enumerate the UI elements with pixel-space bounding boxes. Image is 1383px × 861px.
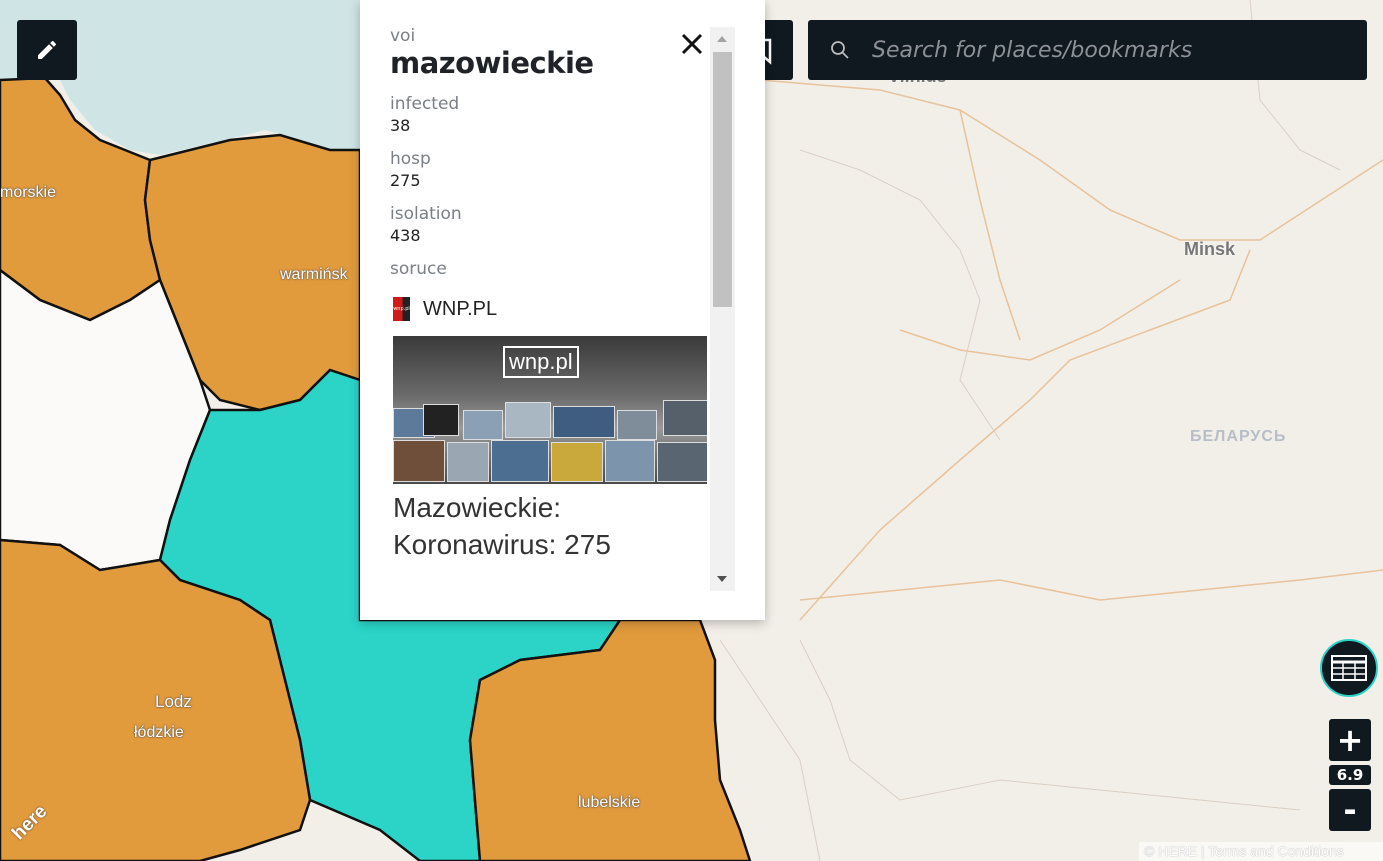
field-label-source: soruce — [390, 259, 447, 279]
thumbnail-tile — [605, 440, 655, 482]
thumbnail-tile — [553, 406, 615, 438]
popup-content[interactable]: voi mazowieckie infected 38 hosp 275 iso… — [390, 26, 710, 596]
thumbnail-logo: wnp.pl — [503, 346, 579, 378]
map-label-minsk: Minsk — [1184, 239, 1236, 259]
source-link[interactable]: wnp.pl WNP.PL — [393, 297, 710, 321]
scrollbar-thumb[interactable] — [713, 52, 732, 307]
field-label-voi: voi — [390, 26, 416, 46]
thumbnail-tile — [491, 440, 549, 482]
field-value-hosp: 275 — [390, 171, 421, 190]
article-thumbnail[interactable]: wnp.pl — [393, 336, 707, 484]
table-icon — [1331, 655, 1367, 681]
map-attribution: © HERE | Terms and Conditions — [1139, 842, 1383, 861]
edit-button[interactable] — [17, 20, 77, 80]
search-bar[interactable] — [808, 20, 1367, 80]
field-label-isolation: isolation — [390, 204, 462, 224]
thumbnail-tile — [423, 404, 459, 436]
thumbnail-tile — [617, 410, 657, 440]
thumbnail-tile — [447, 442, 489, 482]
region-info-popup: voi mazowieckie infected 38 hosp 275 iso… — [360, 0, 765, 620]
region-name: mazowieckie — [390, 46, 594, 80]
search-icon — [831, 41, 849, 59]
zoom-level: 6.9 — [1329, 765, 1371, 785]
pencil-icon — [38, 40, 57, 59]
thumbnail-tile — [663, 400, 707, 436]
scroll-down-arrow-icon[interactable] — [717, 576, 727, 582]
map-label-lubelskie: lubelskie — [578, 794, 641, 811]
map-label-warminsko: warmińsk — [280, 266, 348, 283]
source-name: WNP.PL — [423, 297, 498, 320]
article-title[interactable]: Mazowieckie: Koronawirus: 275 — [393, 489, 710, 563]
search-input[interactable] — [870, 36, 1354, 64]
zoom-out-button[interactable]: - — [1329, 789, 1371, 831]
popup-scrollbar[interactable] — [710, 27, 735, 591]
field-label-infected: infected — [390, 94, 460, 114]
thumbnail-tile — [505, 402, 551, 438]
thumbnail-tile — [657, 442, 707, 482]
terms-link[interactable]: Terms and Conditions — [1208, 843, 1343, 859]
zoom-in-button[interactable]: + — [1329, 719, 1371, 761]
map-label-belarus: БЕЛАРУСЬ — [1190, 428, 1287, 445]
map-label-lodz: Lodz — [155, 692, 192, 711]
map-label-lodzkie: łódzkie — [134, 724, 184, 741]
field-value-infected: 38 — [390, 116, 411, 135]
thumbnail-tile — [393, 440, 445, 482]
copyright-text: © HERE — [1144, 843, 1198, 859]
table-view-button[interactable] — [1320, 639, 1378, 697]
thumbnail-tile — [463, 410, 503, 440]
close-icon[interactable] — [678, 30, 706, 58]
field-value-isolation: 438 — [390, 226, 421, 245]
scroll-up-arrow-icon[interactable] — [717, 36, 727, 42]
thumbnail-tile — [551, 442, 603, 482]
source-favicon: wnp.pl — [393, 297, 410, 321]
map-label-pomorskie: morskie — [0, 184, 57, 201]
field-label-hosp: hosp — [390, 149, 431, 169]
